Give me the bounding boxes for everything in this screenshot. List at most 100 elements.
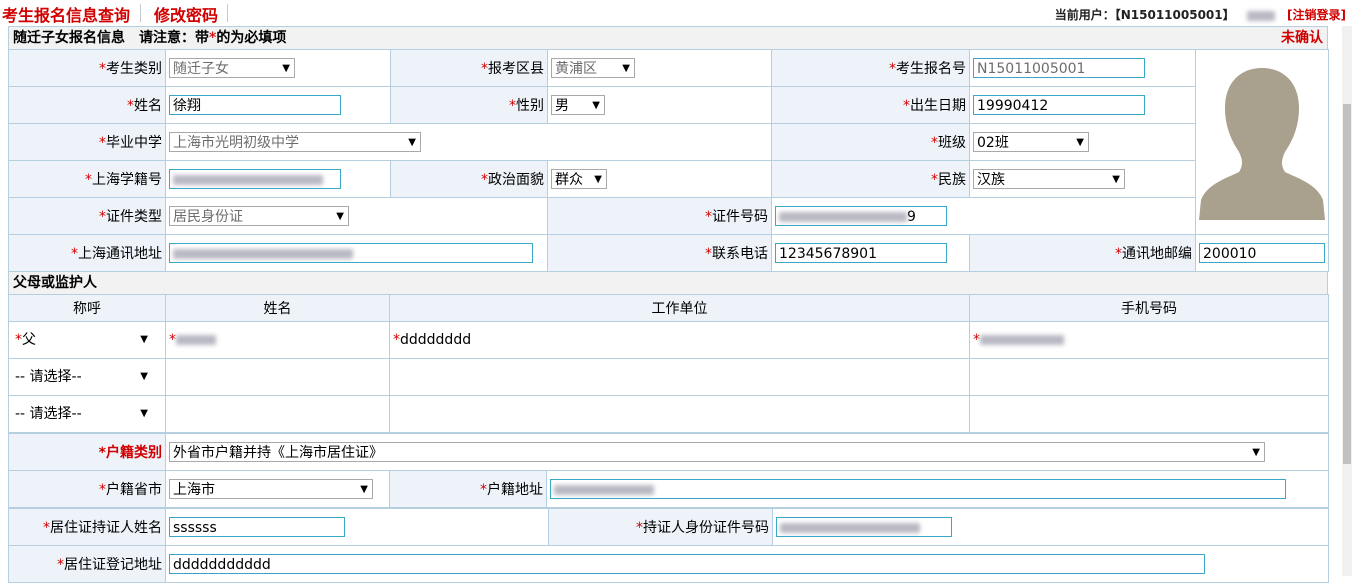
chevron-down-icon: ▼	[592, 100, 600, 111]
current-user: 当前用户：【N15011005001】 [注销登录]	[1055, 6, 1346, 23]
reg-address-field[interactable]: ddddddddddd	[169, 554, 1205, 574]
col-relation: 称呼	[8, 294, 166, 322]
blurred-username	[1246, 10, 1275, 21]
form-header: 随迁子女报名信息 请注意：带*的为必填项 未确认	[8, 26, 1328, 49]
phone-field[interactable]: 12345678901	[775, 243, 947, 263]
employer-cell[interactable]	[389, 358, 970, 396]
class-select[interactable]: 02班 ▼	[973, 132, 1089, 152]
logout-link[interactable]: [注销登录]	[1287, 8, 1346, 22]
col-name: 姓名	[165, 294, 390, 322]
category-select[interactable]: 随迁子女 ▼	[169, 58, 295, 78]
relation-select[interactable]: *父 ▼	[12, 330, 152, 350]
chevron-down-icon: ▼	[408, 137, 416, 148]
chevron-down-icon: ▼	[1252, 447, 1260, 458]
top-bar: 考生报名信息查询 修改密码 当前用户：【N15011005001】 [注销登录]	[0, 0, 1352, 26]
phone-cell: 12345678901	[771, 234, 970, 272]
holder-name-field[interactable]: ssssss	[169, 517, 345, 537]
student-no-cell	[165, 160, 391, 198]
holder-id-label: *持证人身份证件号码	[548, 508, 773, 546]
exam-no-cell: N15011005001	[969, 49, 1196, 87]
nav-change-password-link[interactable]: 修改密码	[154, 2, 218, 26]
category-cell: 随迁子女 ▼	[165, 49, 391, 87]
exam-no-label: *考生报名号	[771, 49, 970, 87]
district-label: *报考区县	[390, 49, 548, 87]
school-select[interactable]: 上海市光明初级中学 ▼	[169, 132, 421, 152]
registration-form: 随迁子女报名信息 请注意：带*的为必填项 未确认 *考生类别 随迁子女 ▼ *报考…	[8, 26, 1330, 583]
household-type-cell: 外省市户籍并持《上海市居住证》 ▼	[164, 433, 1330, 471]
parent-name-cell[interactable]	[165, 395, 390, 433]
district-select[interactable]: 黄浦区 ▼	[551, 58, 635, 78]
address-field[interactable]	[169, 243, 533, 263]
chevron-down-icon: ▼	[1112, 174, 1120, 185]
chevron-down-icon: ▼	[282, 63, 290, 74]
ethnic-select[interactable]: 汉族 ▼	[973, 169, 1125, 189]
mobile-cell[interactable]	[969, 358, 1329, 396]
reg-address-cell: ddddddddddd	[165, 545, 1329, 583]
household-address-label: *户籍地址	[389, 470, 547, 508]
scrollbar-thumb[interactable]	[1343, 104, 1351, 464]
id-type-select[interactable]: 居民身份证 ▼	[169, 206, 349, 226]
name-label: *姓名	[8, 86, 166, 124]
parent-name-cell[interactable]	[165, 358, 390, 396]
class-cell: 02班 ▼	[969, 123, 1196, 161]
exam-no-field[interactable]: N15011005001	[973, 58, 1145, 78]
postcode-cell: 200010	[1195, 234, 1329, 272]
vertical-scrollbar[interactable]	[1342, 26, 1352, 576]
mobile-cell[interactable]	[969, 395, 1329, 433]
employer-cell[interactable]: *dddddddd	[389, 321, 970, 359]
gender-select[interactable]: 男 ▼	[551, 95, 605, 115]
form-title: 随迁子女报名信息 请注意：带	[13, 30, 209, 46]
address-cell	[165, 234, 548, 272]
basic-info-table: *考生类别 随迁子女 ▼ *报考区县 黄浦区 ▼ *考生报名号 N150110050…	[8, 49, 1329, 272]
household-table: *户籍类别 外省市户籍并持《上海市居住证》 ▼ *户籍省市 上海市 ▼ *户籍地址	[8, 433, 1330, 508]
phone-label: *联系电话	[547, 234, 772, 272]
school-label: *毕业中学	[8, 123, 166, 161]
holder-id-field[interactable]	[776, 517, 952, 537]
relation-select[interactable]: -- 请选择-- ▼	[12, 367, 152, 387]
chevron-down-icon: ▼	[622, 63, 630, 74]
name-field[interactable]: 徐翔	[169, 95, 341, 115]
nav-divider	[227, 4, 228, 22]
household-type-label: *户籍类别	[8, 433, 166, 471]
residence-permit-table: *居住证持证人姓名 ssssss *持证人身份证件号码 *居住证登记地址 ddd…	[8, 508, 1329, 583]
gender-label: *性别	[390, 86, 548, 124]
politics-label: *政治面貌	[390, 160, 548, 198]
chevron-down-icon: ▼	[336, 211, 344, 222]
district-cell: 黄浦区 ▼	[547, 49, 772, 87]
address-label: *上海通讯地址	[8, 234, 166, 272]
household-address-field[interactable]	[550, 479, 1286, 499]
mobile-cell[interactable]: *	[969, 321, 1329, 359]
current-user-bracket: 】	[1222, 8, 1235, 22]
politics-select[interactable]: 群众 ▼	[551, 169, 607, 189]
parents-table: 称呼 姓名 工作单位 手机号码 *父 ▼ * *dddddddd * -- 请选择…	[8, 294, 1329, 433]
politics-cell: 群众 ▼	[547, 160, 772, 198]
chevron-down-icon: ▼	[360, 484, 368, 495]
reg-address-label: *居住证登记地址	[8, 545, 166, 583]
name-cell: 徐翔	[165, 86, 391, 124]
student-no-field[interactable]	[169, 169, 341, 189]
employer-cell[interactable]	[389, 395, 970, 433]
chevron-down-icon: ▼	[140, 334, 148, 345]
col-mobile: 手机号码	[969, 294, 1329, 322]
nav-query-link[interactable]: 考生报名信息查询	[2, 2, 130, 26]
parent-name-cell[interactable]: *	[165, 321, 390, 359]
province-select[interactable]: 上海市 ▼	[169, 479, 373, 499]
holder-name-label: *居住证持证人姓名	[8, 508, 166, 546]
birth-label: *出生日期	[771, 86, 970, 124]
school-cell: 上海市光明初级中学 ▼	[165, 123, 772, 161]
ethnic-label: *民族	[771, 160, 970, 198]
chevron-down-icon: ▼	[140, 371, 148, 382]
relation-select[interactable]: -- 请选择-- ▼	[12, 404, 152, 424]
postcode-field[interactable]: 200010	[1199, 243, 1325, 263]
id-no-cell: 9	[771, 197, 1196, 235]
id-no-field[interactable]: 9	[775, 206, 947, 226]
relation-cell: -- 请选择-- ▼	[8, 358, 166, 396]
province-cell: 上海市 ▼	[165, 470, 390, 508]
category-label: *考生类别	[8, 49, 166, 87]
birth-field[interactable]: 19990412	[973, 95, 1145, 115]
status-badge: 未确认	[1281, 30, 1323, 46]
table-row: -- 请选择-- ▼	[8, 358, 1329, 396]
student-no-label: *上海学籍号	[8, 160, 166, 198]
household-type-select[interactable]: 外省市户籍并持《上海市居住证》 ▼	[169, 442, 1265, 462]
birth-cell: 19990412	[969, 86, 1196, 124]
